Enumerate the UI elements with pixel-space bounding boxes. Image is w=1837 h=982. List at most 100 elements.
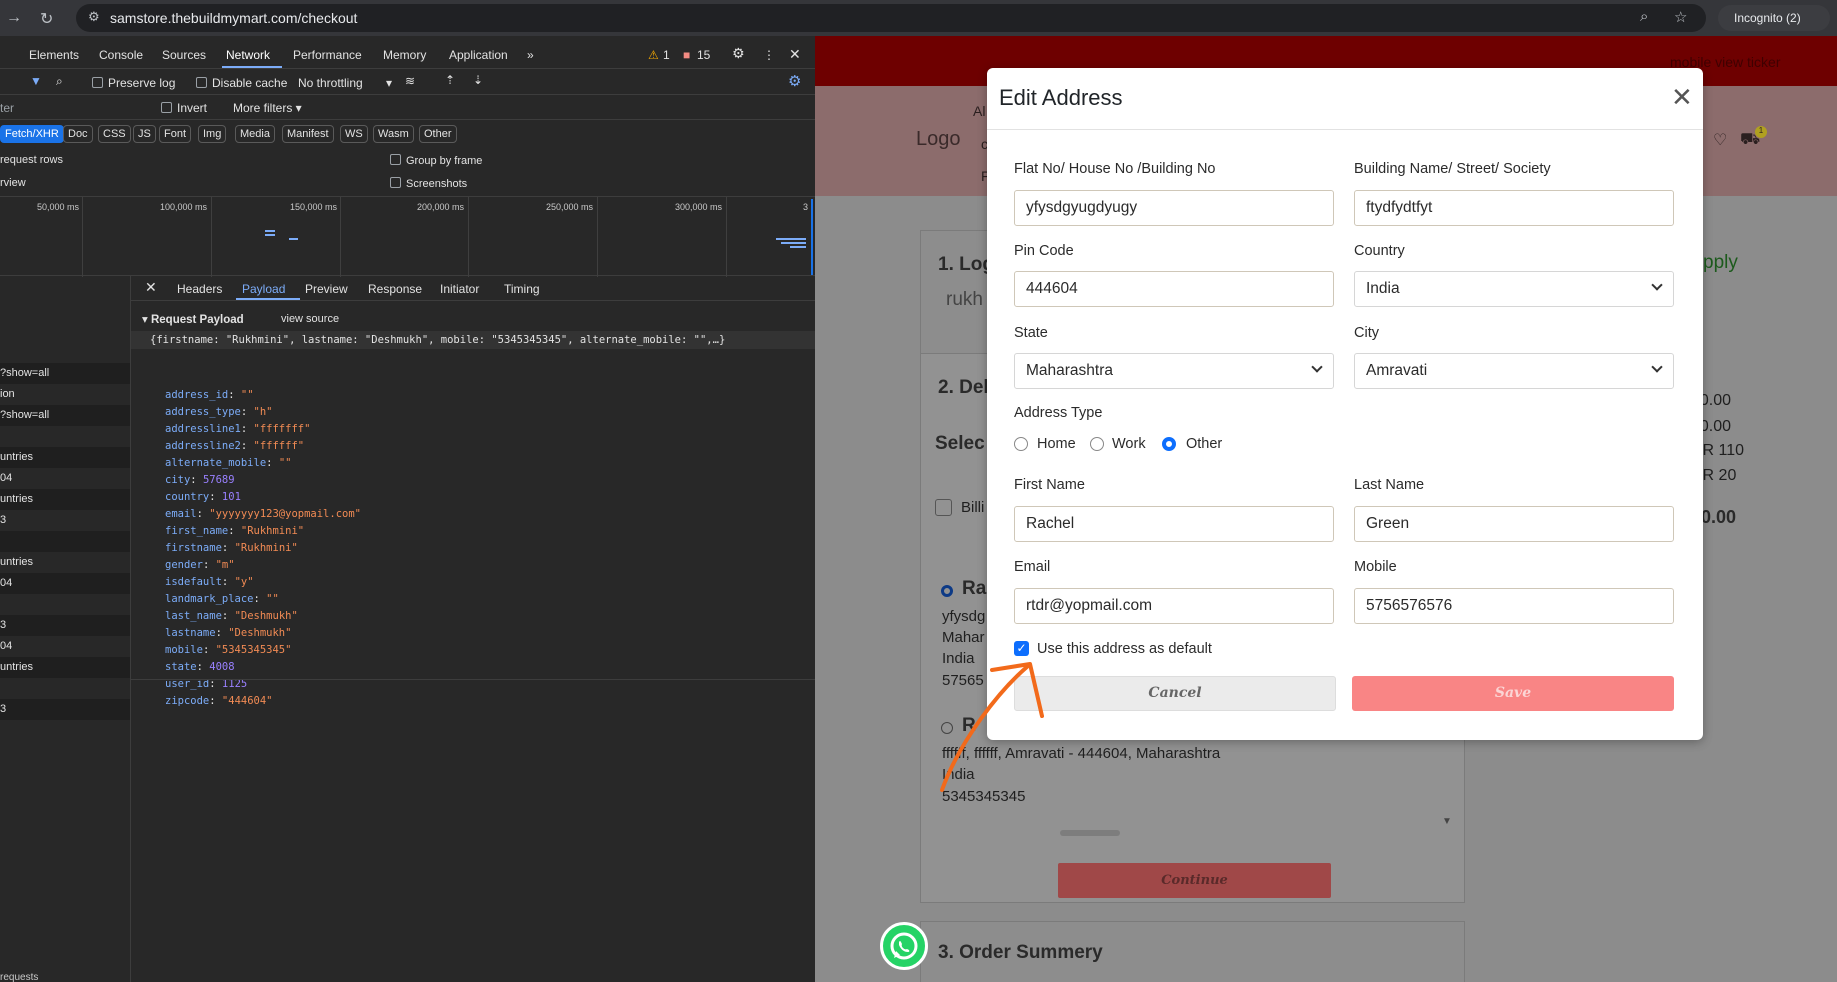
bookmark-star-icon[interactable]: ☆ — [1674, 8, 1687, 26]
address1-radio[interactable] — [941, 585, 953, 597]
request-row[interactable]: untries — [0, 447, 130, 468]
network-settings-icon[interactable]: ⚙ — [788, 72, 801, 90]
tab-elements[interactable]: Elements — [29, 48, 79, 62]
building-input[interactable]: ftydfydtfyt — [1354, 190, 1674, 226]
chip-manifest[interactable]: Manifest — [282, 125, 334, 143]
chip-css[interactable]: CSS — [98, 125, 131, 143]
chip-wasm[interactable]: Wasm — [373, 125, 414, 143]
payload-entry[interactable]: gender: "m" — [165, 557, 235, 574]
payload-entry[interactable]: email: "yyyyyyy123@yopmail.com" — [165, 506, 361, 523]
request-row[interactable]: untries — [0, 657, 130, 678]
detail-tab-timing[interactable]: Timing — [504, 282, 540, 296]
invert-checkbox[interactable]: Invert — [161, 101, 207, 115]
tab-memory[interactable]: Memory — [383, 48, 426, 62]
detail-tab-preview[interactable]: Preview — [305, 282, 348, 296]
filter-icon[interactable]: ▼ — [30, 74, 42, 88]
screenshots-option[interactable]: Screenshots — [390, 177, 467, 190]
tab-application[interactable]: Application — [449, 48, 508, 62]
request-row[interactable]: 04 — [0, 573, 130, 594]
payload-entry[interactable]: addressline2: "ffffff" — [165, 438, 304, 455]
chip-font[interactable]: Font — [159, 125, 192, 143]
pincode-input[interactable]: 444604 — [1014, 271, 1334, 307]
view-source-link[interactable]: view source — [281, 313, 339, 325]
import-har-icon[interactable]: ⇡ — [445, 73, 455, 87]
close-detail-icon[interactable]: ✕ — [145, 279, 157, 296]
request-row[interactable] — [0, 678, 130, 699]
detail-tab-payload[interactable]: Payload — [242, 282, 285, 296]
chip-doc[interactable]: Doc — [63, 125, 93, 143]
radio-other[interactable] — [1162, 437, 1176, 451]
close-devtools-icon[interactable]: ✕ — [789, 46, 801, 63]
last-name-input[interactable]: Green — [1354, 506, 1674, 542]
disable-cache-checkbox[interactable]: Disable cache — [196, 76, 287, 90]
payload-title[interactable]: ▾ Request Payload — [142, 312, 244, 326]
whatsapp-icon[interactable] — [880, 922, 928, 970]
tab-network[interactable]: Network — [226, 48, 270, 62]
kebab-menu-icon[interactable]: ⋮ — [763, 48, 775, 62]
payload-entry[interactable]: address_id: "" — [165, 387, 254, 404]
payload-entry[interactable]: zipcode: "444604" — [165, 693, 273, 710]
request-row[interactable]: ?show=all — [0, 405, 130, 426]
tab-console[interactable]: Console — [99, 48, 143, 62]
state-select[interactable]: Maharashtra — [1014, 353, 1334, 389]
apply-link[interactable]: pply — [1703, 252, 1738, 274]
payload-entry[interactable]: lastname: "Deshmukh" — [165, 625, 291, 642]
scroll-handle[interactable] — [1060, 830, 1120, 836]
cancel-button[interactable]: Cancel — [1014, 676, 1336, 711]
timeline-overview[interactable]: 50,000 ms 100,000 ms 150,000 ms 200,000 … — [0, 196, 815, 277]
forward-icon[interactable]: → — [6, 9, 22, 27]
payload-entry[interactable]: isdefault: "y" — [165, 574, 254, 591]
zoom-icon[interactable]: ⌕ — [1640, 8, 1648, 25]
request-row[interactable] — [0, 594, 130, 615]
radio-work[interactable] — [1090, 437, 1104, 451]
export-har-icon[interactable]: ⇣ — [473, 73, 483, 87]
filter-input[interactable]: ter — [0, 101, 14, 115]
more-filters-dropdown[interactable]: More filters ▾ — [233, 101, 302, 115]
address-bar[interactable]: ⚙ samstore.thebuildmymart.com/checkout ⌕… — [76, 4, 1706, 32]
payload-entry[interactable]: country: 101 — [165, 489, 241, 506]
city-select[interactable]: Amravati — [1354, 353, 1674, 389]
request-row[interactable]: untries — [0, 552, 130, 573]
mobile-input[interactable]: 5756576576 — [1354, 588, 1674, 624]
chip-ws[interactable]: WS — [340, 125, 368, 143]
site-info-icon[interactable]: ⚙ — [88, 9, 100, 25]
reload-icon[interactable]: ↻ — [40, 9, 53, 29]
warning-icon[interactable]: ⚠ — [648, 48, 659, 62]
tab-sources[interactable]: Sources — [162, 48, 206, 62]
default-address-checkbox[interactable]: ✓ — [1014, 641, 1029, 656]
payload-entry[interactable]: landmark_place: "" — [165, 591, 279, 608]
request-row[interactable] — [0, 426, 130, 447]
detail-tab-initiator[interactable]: Initiator — [440, 282, 479, 296]
payload-entry[interactable]: alternate_mobile: "" — [165, 455, 291, 472]
request-row[interactable]: 3 — [0, 510, 130, 531]
large-rows-option[interactable]: request rows — [0, 154, 63, 166]
payload-entry[interactable]: city: 57689 — [165, 472, 235, 489]
first-name-input[interactable]: Rachel — [1014, 506, 1334, 542]
overview-option[interactable]: rview — [0, 177, 26, 189]
address2-radio[interactable] — [941, 722, 953, 734]
request-row[interactable]: 04 — [0, 636, 130, 657]
site-logo[interactable]: Logo — [916, 128, 961, 151]
payload-entry[interactable]: last_name: "Deshmukh" — [165, 608, 298, 625]
payload-entry[interactable]: first_name: "Rukhmini" — [165, 523, 304, 540]
billing-checkbox[interactable] — [935, 499, 952, 516]
flat-input[interactable]: yfysdgyugdyugy — [1014, 190, 1334, 226]
request-row[interactable]: untries — [0, 489, 130, 510]
payload-entry[interactable]: address_type: "h" — [165, 404, 272, 421]
group-by-frame-option[interactable]: Group by frame — [390, 154, 482, 167]
request-row[interactable]: 3 — [0, 615, 130, 636]
chip-img[interactable]: Img — [198, 125, 227, 143]
wishlist-heart-icon[interactable]: ♡ — [1713, 130, 1727, 150]
incognito-indicator[interactable]: Incognito (2) — [1718, 5, 1830, 31]
request-row[interactable]: ion — [0, 384, 130, 405]
scroll-down-icon[interactable]: ▼ — [1442, 816, 1452, 827]
request-row[interactable] — [0, 531, 130, 552]
payload-entry[interactable]: firstname: "Rukhmini" — [165, 540, 298, 557]
error-icon[interactable]: ■ — [683, 48, 690, 62]
nav-fragment[interactable]: Al — [973, 103, 985, 119]
radio-home[interactable] — [1014, 437, 1028, 451]
request-row[interactable]: ?show=all — [0, 363, 130, 384]
tab-performance[interactable]: Performance — [293, 48, 362, 62]
chip-other[interactable]: Other — [419, 125, 457, 143]
network-conditions-icon[interactable]: ≋ — [405, 74, 415, 88]
